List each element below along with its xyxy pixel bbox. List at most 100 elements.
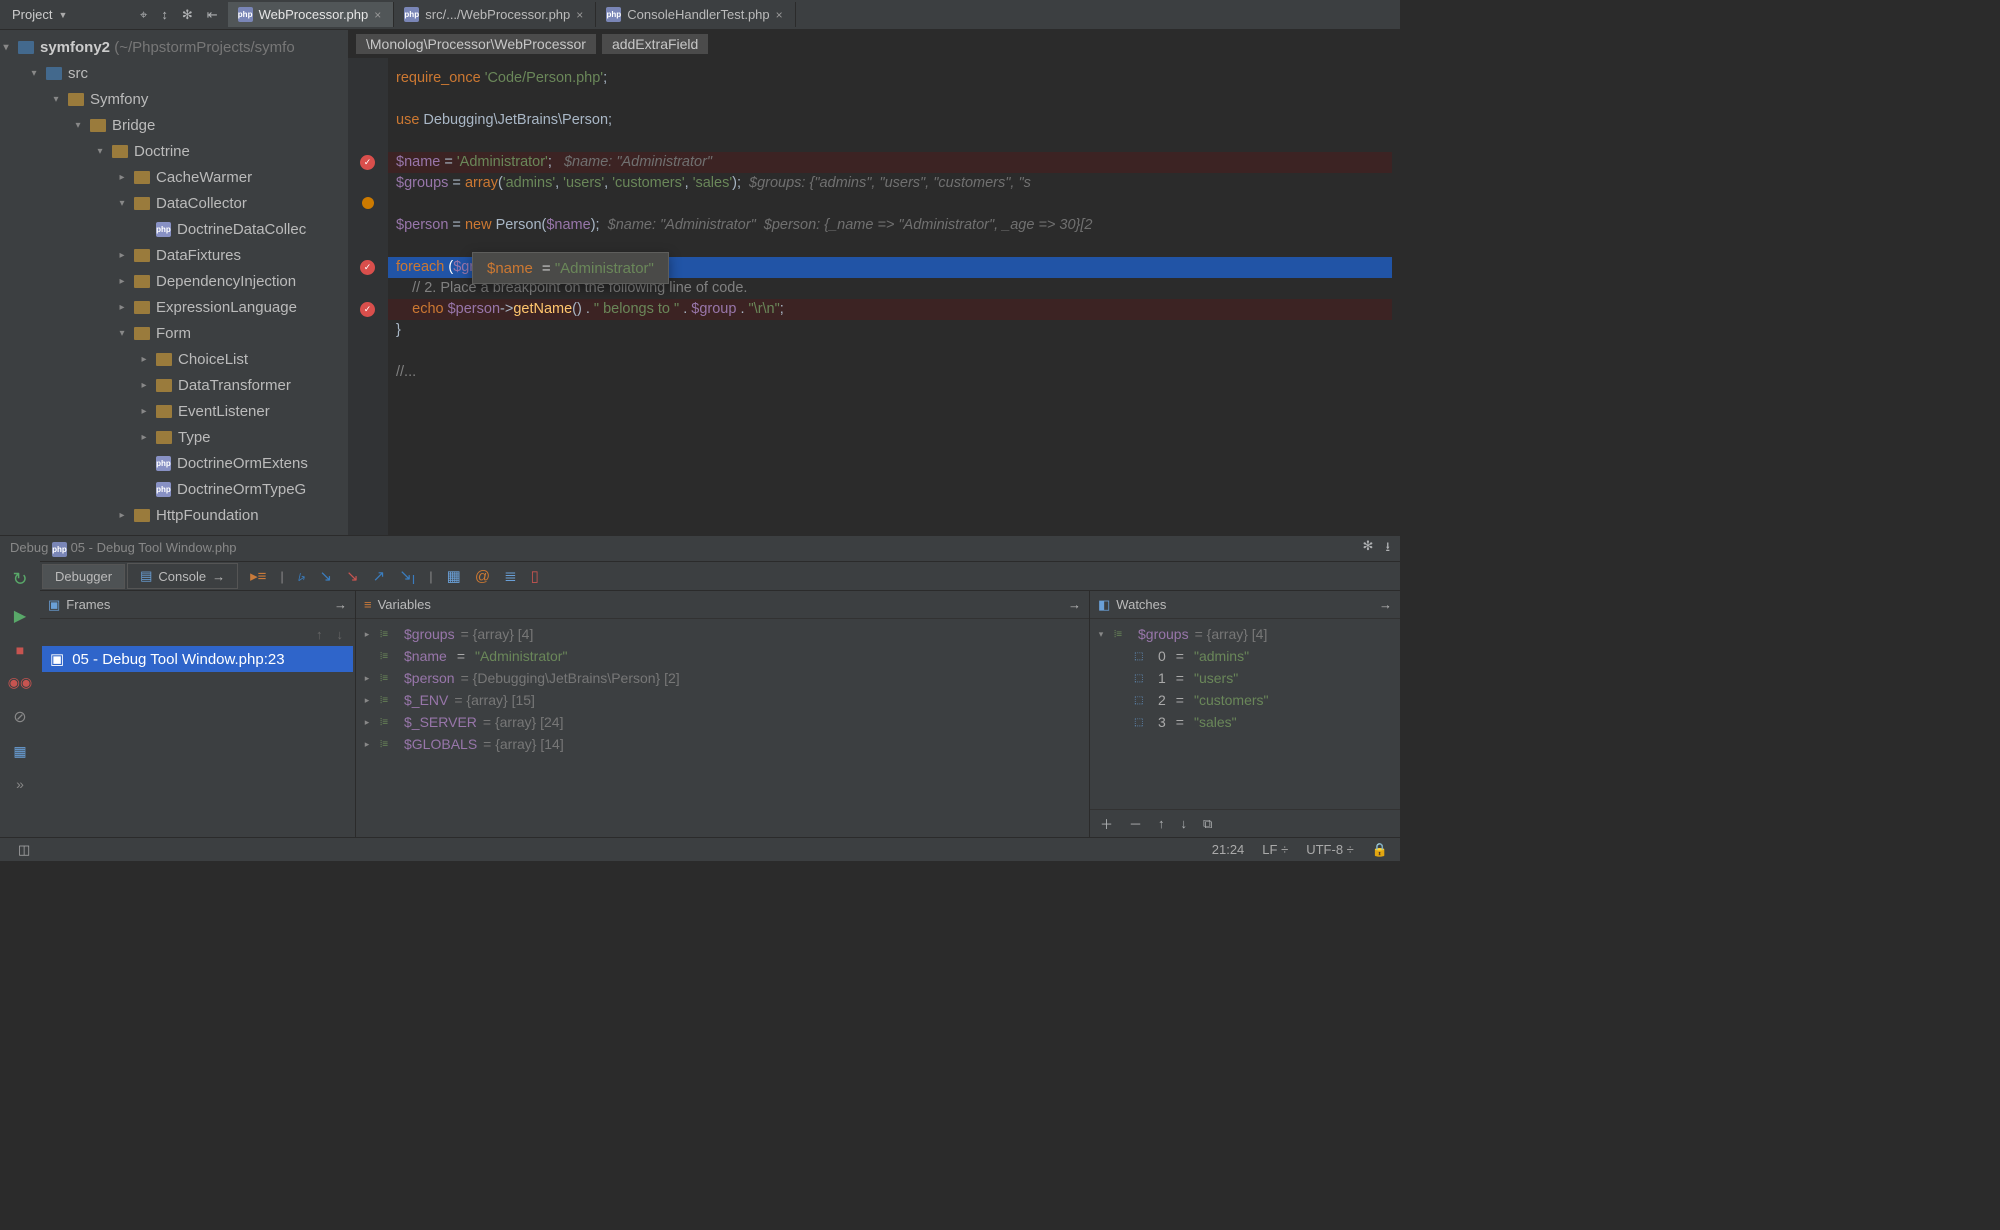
breadcrumb-method[interactable]: addExtraField [602,34,708,54]
close-icon[interactable]: × [374,8,381,22]
tree-twisty-icon[interactable]: ▸ [116,250,128,261]
watch-child-row[interactable]: ⬚1 = "users" [1092,667,1398,689]
frame-down-icon[interactable]: ↓ [337,627,344,642]
copy-watch-icon[interactable]: ⧉ [1203,816,1212,832]
pin-icon[interactable]: ▯ [531,567,539,585]
tree-twisty-icon[interactable]: ▸ [116,172,128,183]
watches-hide-icon[interactable]: → [1379,597,1392,612]
hide-icon[interactable]: ⇤ [207,7,218,23]
variables-hide-icon[interactable]: → [1068,597,1081,612]
tree-twisty-icon[interactable]: ▾ [50,94,62,105]
tree-twisty-icon[interactable]: ▸ [116,302,128,313]
download-icon[interactable]: ⭳ [1385,538,1390,560]
add-watch-icon[interactable]: ＋ [1100,814,1113,833]
tab-console[interactable]: ▤Console→ [127,563,238,589]
sort-icon[interactable]: ≣ [504,567,517,585]
caret-position[interactable]: 21:24 [1212,842,1245,857]
tab-debugger[interactable]: Debugger [42,564,125,589]
tree-item[interactable]: ▾Doctrine [0,138,348,164]
mute-icon[interactable]: ⊘ [13,707,26,727]
tree-item[interactable]: ▸DataFixtures [0,242,348,268]
at-icon[interactable]: @ [475,568,490,585]
remove-watch-icon[interactable]: － [1129,814,1142,833]
frame-up-icon[interactable]: ↑ [316,627,323,642]
tree-twisty-icon[interactable]: ▾ [72,120,84,131]
tree-twisty-icon[interactable]: ▸ [138,406,150,417]
tree-twisty-icon[interactable]: ▾ [116,198,128,209]
stop-icon[interactable]: ■ [16,642,24,658]
show-execution-icon[interactable]: ▸≡ [250,567,266,585]
file-encoding[interactable]: UTF-8 ÷ [1306,842,1354,857]
tree-item[interactable]: ▸Type [0,424,348,450]
editor-tab[interactable]: phpWebProcessor.php× [228,2,395,27]
variable-row[interactable]: ▸⦙≡$_ENV = {array} [15] [358,689,1087,711]
watch-row[interactable]: ▾⦙≡$groups = {array} [4] [1092,623,1398,645]
project-view-combo[interactable]: Project ▼ [6,4,73,25]
force-step-into-icon[interactable]: ↘ [346,567,359,585]
frames-hide-icon[interactable]: → [334,597,347,612]
code-editor[interactable]: require_once 'Code/Person.php'; use Debu… [388,58,1400,535]
tree-item[interactable]: ▾Symfony [0,86,348,112]
close-icon[interactable]: × [576,8,583,22]
tree-twisty-icon[interactable]: ▾ [0,42,12,53]
tree-item[interactable]: ▾src [0,60,348,86]
tree-item[interactable]: ▸ChoiceList [0,346,348,372]
editor-tab[interactable]: phpConsoleHandlerTest.php× [596,2,795,27]
tree-item[interactable]: phpDoctrineDataCollec [0,216,348,242]
watch-child-row[interactable]: ⬚2 = "customers" [1092,689,1398,711]
breadcrumb-namespace[interactable]: \Monolog\Processor\WebProcessor [356,34,596,54]
close-icon[interactable]: × [776,8,783,22]
tree-twisty-icon[interactable]: ▸ [116,276,128,287]
rerun-icon[interactable]: ↻ [12,569,27,590]
tree-item[interactable]: ▸CacheWarmer [0,164,348,190]
watch-child-row[interactable]: ⬚3 = "sales" [1092,711,1398,733]
editor-tab[interactable]: phpsrc/.../WebProcessor.php× [394,2,596,27]
tree-item[interactable]: ▸HttpFoundation [0,502,348,528]
intention-bulb-icon[interactable] [362,197,374,209]
step-into-icon[interactable]: ↘ [319,567,332,585]
tool-window-toggle-icon[interactable]: ◫ [12,842,30,858]
tree-item[interactable]: ▸DependencyInjection [0,268,348,294]
tree-item[interactable]: ▾Form [0,320,348,346]
tree-item[interactable]: ▸EventListener [0,398,348,424]
variable-row[interactable]: ▸⦙≡$person = {Debugging\JetBrains\Person… [358,667,1087,689]
collapse-icon[interactable]: ↕ [161,7,168,22]
breakpoint-icon[interactable] [360,155,375,170]
breakpoint-icon[interactable] [360,302,375,317]
breakpoint-icon[interactable] [360,260,375,275]
tree-item[interactable]: ▸ExpressionLanguage [0,294,348,320]
watch-down-icon[interactable]: ↓ [1181,816,1188,831]
variable-row[interactable]: ▸⦙≡$GLOBALS = {array} [14] [358,733,1087,755]
tree-twisty-icon[interactable]: ▾ [94,146,106,157]
lock-icon[interactable]: 🔒 [1372,842,1388,858]
tree-twisty-icon[interactable]: ▾ [116,328,128,339]
editor-gutter[interactable] [348,58,388,535]
step-over-icon[interactable]: ⭟ [298,567,306,585]
locate-icon[interactable]: ⌖ [140,7,147,23]
step-out-icon[interactable]: ↗ [373,567,386,585]
tree-item[interactable]: ▾symfony2 (~/PhpstormProjects/symfo [0,34,348,60]
tree-twisty-icon[interactable]: ▸ [138,380,150,391]
breakpoints-icon[interactable]: ◉◉ [8,674,32,691]
gear-icon[interactable]: ✻ [1363,538,1374,560]
watch-child-row[interactable]: ⬚0 = "admins" [1092,645,1398,667]
line-separator[interactable]: LF ÷ [1262,842,1288,857]
more-icon[interactable]: » [16,776,24,792]
tree-twisty-icon[interactable]: ▾ [28,68,40,79]
layout-icon[interactable]: ▦ [13,743,26,760]
variable-row[interactable]: ⦙≡$name="Administrator" [358,645,1087,667]
tree-item[interactable]: ▸DataTransformer [0,372,348,398]
tree-twisty-icon[interactable]: ▸ [138,354,150,365]
stack-frame[interactable]: ▣ 05 - Debug Tool Window.php:23 [42,646,353,672]
run-to-cursor-icon[interactable]: ↘I [399,566,415,587]
watch-up-icon[interactable]: ↑ [1158,816,1165,831]
tree-item[interactable]: phpDoctrineOrmTypeG [0,476,348,502]
tree-item[interactable]: ▾DataCollector [0,190,348,216]
evaluate-icon[interactable]: ▦ [447,567,461,585]
variable-row[interactable]: ▸⦙≡$groups = {array} [4] [358,623,1087,645]
resume-icon[interactable]: ▶ [14,606,26,626]
tree-twisty-icon[interactable]: ▸ [116,510,128,521]
tree-twisty-icon[interactable]: ▸ [138,432,150,443]
tree-item[interactable]: ▾Bridge [0,112,348,138]
tree-item[interactable]: phpDoctrineOrmExtens [0,450,348,476]
